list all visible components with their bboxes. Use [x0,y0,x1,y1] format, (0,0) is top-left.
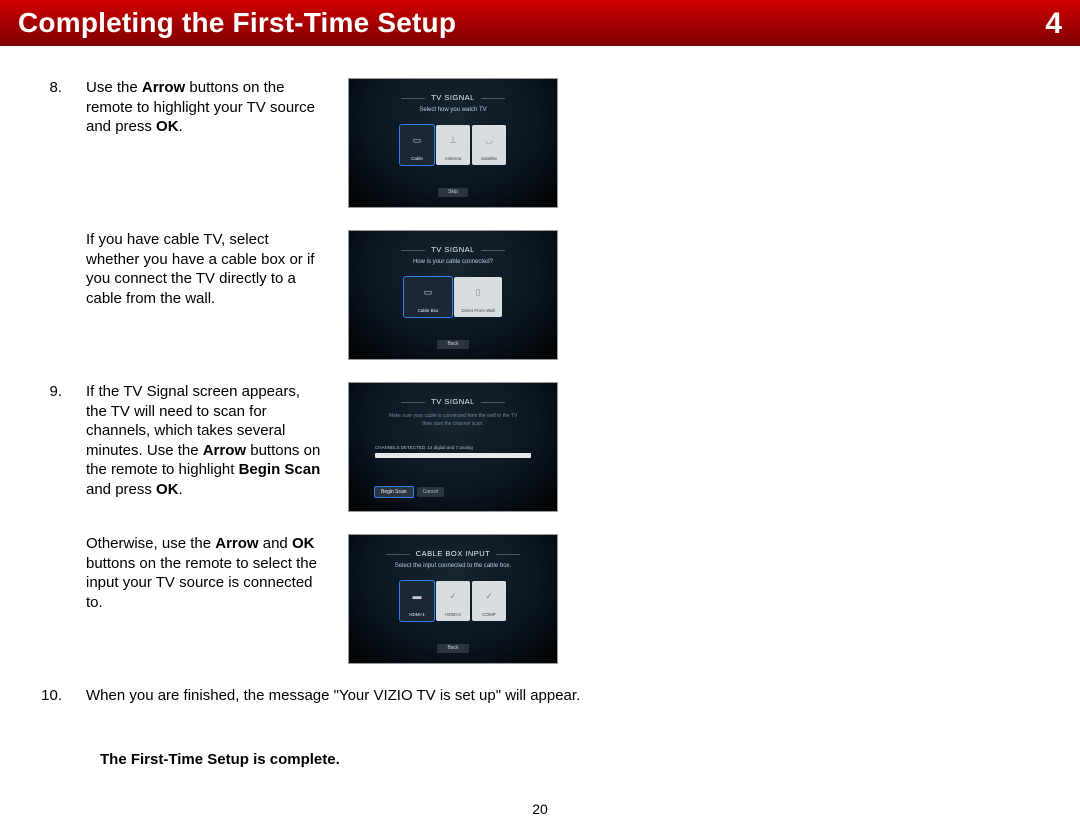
page-number: 20 [0,800,1080,818]
screen-title: TV SIGNAL [349,93,557,103]
back-button: Back [437,340,468,350]
page-content: 8. Use the Arrow buttons on the remote t… [0,46,1080,769]
chapter-number: 4 [1045,4,1062,43]
cancel-button: Cancel [417,487,445,498]
screen-title: CABLE BOX INPUT [349,549,557,559]
back-row: Back [349,644,557,654]
tv-signal-source-screen: TV SIGNAL Select how you watch TV ▭Cable… [348,78,558,208]
input-tiles: ▬HDMI-1 ✓HDMI-2 ✓COMP [349,581,557,621]
cable-icon: ▭ [400,135,434,147]
step-9-part-1: 9. If the TV Signal screen appears, the … [40,382,1040,512]
tv-signal-scan-screen: TV SIGNAL Make sure your cable is connec… [348,382,558,512]
screen-subtitle: Select how you watch TV [349,107,557,115]
chapter-header: Completing the First-Time Setup 4 [0,0,1080,46]
tile-antenna: ⊥Antenna [436,125,470,165]
step-text: Otherwise, use the Arrow and OK buttons … [86,534,324,612]
tile-satellite: ◡Satellite [472,125,506,165]
hdmi-icon: ▬ [400,591,434,603]
cablebox-icon: ▭ [404,287,452,299]
tile-direct-wall: ▯Direct From Wall [454,277,502,317]
check-icon: ✓ [436,591,470,603]
back-row: Back [349,340,557,350]
satellite-icon: ◡ [472,135,506,147]
scan-buttons: Begin Scan Cancel [375,487,444,498]
tv-signal-cable-screen: TV SIGNAL How is your cable connected? ▭… [348,230,558,360]
cable-box-input-screen: CABLE BOX INPUT Select the input connect… [348,534,558,664]
back-button: Back [437,644,468,654]
progress-label: CHANNELS DETECTED: 14 digital and 7 anal… [375,445,473,451]
source-tiles: ▭Cable ⊥Antenna ◡Satellite [349,125,557,165]
step-text: Use the Arrow buttons on the remote to h… [86,78,324,137]
tile-hdmi-2: ✓HDMI-2 [436,581,470,621]
step-number: 9. [40,382,62,402]
skip-row: Skip [349,188,557,198]
screen-title: TV SIGNAL [349,245,557,255]
step-8-part-1: 8. Use the Arrow buttons on the remote t… [40,78,1040,208]
screen-subtitle: Select the input connected to the cable … [349,563,557,571]
tile-cable: ▭Cable [400,125,434,165]
tile-hdmi-1: ▬HDMI-1 [400,581,434,621]
tile-cable-box: ▭Cable Box [404,277,452,317]
skip-button: Skip [438,188,468,198]
step-8-part-2: If you have cable TV, select whether you… [40,230,1040,360]
begin-scan-button: Begin Scan [375,487,413,498]
wall-icon: ▯ [454,287,502,299]
step-text: If the TV Signal screen appears, the TV … [86,382,324,499]
chapter-title: Completing the First-Time Setup [18,5,456,41]
screen-title: TV SIGNAL [349,397,557,407]
screen-subtitle: How is your cable connected? [349,259,557,267]
tile-comp: ✓COMP [472,581,506,621]
step-text: If you have cable TV, select whether you… [86,230,324,308]
step-10: 10. When you are finished, the message "… [40,686,1040,706]
step-9-part-2: Otherwise, use the Arrow and OK buttons … [40,534,1040,664]
step-number: 8. [40,78,62,98]
check-icon: ✓ [472,591,506,603]
completion-statement: The First-Time Setup is complete. [40,750,1040,770]
antenna-icon: ⊥ [436,135,470,147]
step-text: When you are finished, the message "Your… [86,686,606,706]
cable-tiles: ▭Cable Box ▯Direct From Wall [349,277,557,317]
progress-bar [375,453,531,458]
step-number: 10. [40,686,62,706]
scan-instructions: Make sure your cable is connected from t… [349,413,557,428]
